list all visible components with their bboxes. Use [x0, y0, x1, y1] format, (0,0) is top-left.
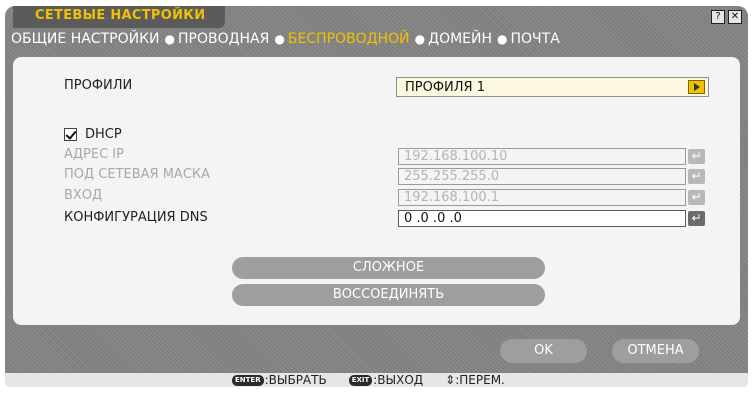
status-bar: ENTER :ВЫБРАТЬ EXIT :ВЫХОД ⇕ :ПЕРЕМ.: [5, 373, 748, 387]
profile-value: ПРОФИЛЯ 1: [405, 80, 485, 95]
dhcp-checkbox[interactable]: [64, 128, 77, 141]
window-title: СЕТЕВЫЕ НАСТРОЙКИ: [13, 6, 225, 28]
settings-panel: ПРОФИЛИ ПРОФИЛЯ 1 DHCP АДРЕС IP 192.168.…: [13, 57, 740, 325]
enter-icon[interactable]: ↵: [688, 169, 705, 184]
play-arrow-icon[interactable]: [688, 80, 705, 94]
enter-hint: ENTER :ВЫБРАТЬ: [232, 373, 327, 387]
tab-general[interactable]: ОБЩИЕ НАСТРОЙКИ: [11, 31, 159, 47]
tab-mail[interactable]: ПОЧТА: [511, 31, 560, 47]
dns-config-label: КОНФИГУРАЦИЯ DNS: [64, 210, 208, 225]
move-hint: ⇕ :ПЕРЕМ.: [445, 373, 505, 387]
ip-address-field[interactable]: 192.168.100.10: [398, 148, 686, 165]
dns-config-field[interactable]: 0 .0 .0 .0: [398, 210, 686, 227]
enter-key-icon: ENTER: [232, 374, 264, 386]
enter-icon[interactable]: ↵: [688, 211, 705, 226]
tab-separator-dot: ●: [497, 32, 508, 46]
profile-selector[interactable]: ПРОФИЛЯ 1: [396, 77, 709, 97]
tab-bar: ОБЩИЕ НАСТРОЙКИ ● ПРОВОДНАЯ ● БЕСПРОВОДН…: [11, 29, 560, 49]
tab-domain[interactable]: ДОМЕЙН: [428, 31, 492, 47]
enter-icon[interactable]: ↵: [688, 149, 705, 164]
subnet-mask-field[interactable]: 255.255.255.0: [398, 168, 686, 185]
tab-wireless[interactable]: БЕСПРОВОДНОЙ: [288, 31, 410, 47]
exit-hint: EXIT :ВЫХОД: [348, 373, 424, 387]
cancel-button[interactable]: ОТМЕНА: [612, 339, 699, 363]
reconnect-button[interactable]: ВОССОЕДИНЯТЬ: [232, 284, 545, 306]
gateway-label: ВХОД: [64, 188, 103, 203]
tab-wired[interactable]: ПРОВОДНАЯ: [178, 31, 269, 47]
enter-hint-text: :ВЫБРАТЬ: [264, 373, 327, 387]
help-icon[interactable]: ?: [711, 10, 725, 24]
move-hint-text: :ПЕРЕМ.: [455, 373, 505, 387]
tab-separator-dot: ●: [414, 32, 426, 46]
advanced-button[interactable]: СЛОЖНОЕ: [232, 257, 545, 279]
window-buttons: ? ✕: [711, 10, 742, 24]
gateway-field[interactable]: 192.168.100.1: [398, 189, 686, 206]
tab-separator-dot: ●: [164, 32, 175, 46]
dhcp-label: DHCP: [85, 127, 122, 142]
subnet-mask-label: ПОД СЕТЕВАЯ МАСКА: [64, 167, 211, 182]
close-icon[interactable]: ✕: [728, 10, 742, 24]
up-down-arrows-icon: ⇕: [445, 373, 456, 387]
ip-address-label: АДРЕС IP: [64, 147, 124, 162]
profiles-label: ПРОФИЛИ: [64, 78, 133, 93]
exit-key-icon: EXIT: [348, 374, 373, 386]
network-settings-window: СЕТЕВЫЕ НАСТРОЙКИ ? ✕ ОБЩИЕ НАСТРОЙКИ ● …: [5, 6, 748, 387]
tab-separator-dot: ●: [274, 32, 285, 46]
ok-button[interactable]: OK: [500, 339, 587, 363]
enter-icon[interactable]: ↵: [688, 190, 705, 205]
exit-hint-text: :ВЫХОД: [373, 373, 424, 387]
